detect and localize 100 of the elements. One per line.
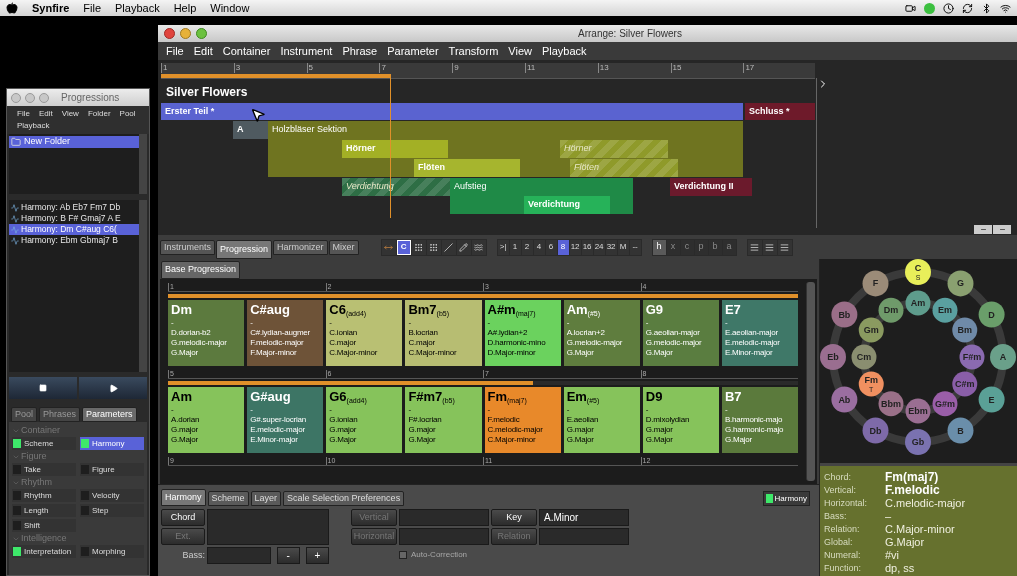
tab[interactable]: Scale Selection Preferences: [283, 491, 405, 506]
tab[interactable]: Harmonizer: [273, 240, 328, 255]
button[interactable]: Key: [491, 509, 537, 526]
tab[interactable]: Phrases: [39, 407, 81, 422]
progression-item[interactable]: Harmony: Ab Eb7 Fm7 Db: [9, 202, 139, 213]
stop-button[interactable]: [9, 377, 77, 399]
timeline-block[interactable]: Verdichtung II: [670, 177, 752, 196]
fifths-node[interactable]: Eb: [820, 344, 846, 370]
apple-icon[interactable]: [6, 2, 18, 14]
chord-card[interactable]: B7 - B.harmonic-majo G.harmonic-majo G.Major: [721, 387, 798, 453]
bass-field[interactable]: [207, 547, 271, 564]
menu-item[interactable]: Edit: [38, 108, 53, 120]
horizontal-field[interactable]: [399, 528, 489, 545]
timeline-block[interactable]: Schluss *: [745, 102, 815, 120]
chord-card[interactable]: G9 - G.aeolian-major G.melodic-major G.Major: [642, 300, 719, 366]
menu-item[interactable]: Playback: [541, 42, 587, 60]
tool-button[interactable]: [471, 239, 486, 255]
fifths-node[interactable]: E: [978, 386, 1005, 413]
parameter-toggle[interactable]: Interpretation: [12, 545, 76, 558]
button[interactable]: Chord: [161, 509, 205, 526]
menu-item[interactable]: Help: [173, 0, 197, 17]
chord-card[interactable]: Am - A.dorian G.major G.Major: [168, 387, 245, 453]
vertical-field[interactable]: [399, 509, 489, 526]
parameter-toggle[interactable]: Step: [80, 504, 144, 517]
zoom-out-button[interactable]: [974, 224, 992, 234]
tool-button[interactable]: [411, 239, 426, 255]
folder-item[interactable]: New Folder: [9, 136, 139, 148]
grid-button[interactable]: 4: [533, 239, 545, 255]
menu-item[interactable]: Playback: [115, 0, 160, 17]
parameter-toggle[interactable]: Shift: [12, 519, 76, 532]
grid-button[interactable]: 12: [569, 239, 581, 255]
chord-card[interactable]: Dm - D.dorian-b2 G.melodic-major G.Major: [168, 300, 245, 366]
camera-icon[interactable]: [905, 2, 916, 14]
timeline-block[interactable]: Aufstieg: [450, 177, 633, 196]
chord-card[interactable]: Bm7$_{(b5)}$ - B.locrian C.major C.Major-minor: [405, 300, 482, 366]
fifths-node[interactable]: A: [990, 344, 1016, 370]
grid-button[interactable]: 16: [581, 239, 593, 255]
fifths-node[interactable]: Bb: [831, 301, 858, 328]
fifths-node[interactable]: F: [862, 270, 889, 297]
menu-item[interactable]: Container: [222, 42, 271, 60]
menu-item[interactable]: Pool: [119, 108, 136, 120]
menu-item[interactable]: Transform: [448, 42, 499, 60]
bluetooth-icon[interactable]: [981, 2, 992, 14]
fifths-node[interactable]: Dm: [878, 297, 904, 323]
filter-button[interactable]: h: [652, 239, 666, 255]
parameter-toggle[interactable]: Morphing: [80, 545, 144, 558]
fifths-node[interactable]: Cm: [851, 344, 877, 370]
menu-item[interactable]: Window: [210, 0, 250, 17]
menu-item[interactable]: File: [83, 0, 102, 17]
grid-button[interactable]: 8: [557, 239, 569, 255]
parameter-toggle[interactable]: Figure: [80, 463, 144, 476]
menu-item[interactable]: File: [166, 42, 184, 60]
fifths-node[interactable]: Db: [862, 417, 889, 444]
fifths-node[interactable]: B: [947, 417, 974, 444]
zoom-in-button[interactable]: [993, 224, 1011, 234]
grid-button[interactable]: >|: [497, 239, 509, 255]
fifths-node[interactable]: G#m: [932, 391, 958, 417]
relation-field[interactable]: [539, 528, 629, 545]
timeline-block[interactable]: Erster Teil *: [161, 102, 743, 120]
tab[interactable]: Base Progression: [161, 261, 241, 279]
tool-button[interactable]: [381, 239, 396, 255]
zoom-button[interactable]: [196, 27, 207, 39]
chord-card[interactable]: D9 - D.mixolydian G.major G.Major: [642, 387, 719, 453]
layout-button[interactable]: [762, 239, 777, 255]
fifths-node[interactable]: Ebm: [905, 398, 931, 424]
close-button[interactable]: [164, 27, 175, 39]
menu-item[interactable]: Edit: [193, 42, 213, 60]
parameter-toggle[interactable]: Scheme: [12, 437, 76, 450]
grid-button[interactable]: M: [617, 239, 629, 255]
harmony-indicator[interactable]: Harmony: [762, 491, 810, 506]
fifths-node[interactable]: Gm: [858, 317, 884, 343]
grid-button[interactable]: 24: [593, 239, 605, 255]
plus-button[interactable]: +: [305, 547, 329, 564]
parameter-toggle[interactable]: Harmony: [80, 437, 144, 450]
tool-button[interactable]: C: [396, 239, 411, 255]
layout-button[interactable]: [747, 239, 762, 255]
scrollbar[interactable]: [806, 282, 815, 481]
tool-button[interactable]: [441, 239, 456, 255]
tab[interactable]: Pool: [11, 407, 37, 422]
grid-button[interactable]: 1: [509, 239, 521, 255]
timeline-block[interactable]: A: [233, 120, 268, 139]
fifths-node[interactable]: F#m: [959, 344, 985, 370]
fifths-node[interactable]: G: [947, 270, 974, 297]
minus-button[interactable]: -: [276, 547, 300, 564]
tab[interactable]: Layer: [250, 491, 282, 506]
tab[interactable]: Harmony: [161, 489, 206, 506]
progression-item[interactable]: Harmony: Ebm Gbmaj7 B: [9, 235, 139, 246]
layout-button[interactable]: [777, 239, 792, 255]
progression-item[interactable]: Harmony: Dm C#aug C6(: [9, 224, 139, 235]
chord-card[interactable]: E7 - E.aeolian-major E.melodic-major E.Minor-major: [721, 300, 798, 366]
parameter-toggle[interactable]: Take: [12, 463, 76, 476]
menu-item[interactable]: Parameter: [387, 42, 439, 60]
chord-field[interactable]: [207, 509, 329, 545]
chord-card[interactable]: A#m$_{(maj7)}$ - A#.lydian+2 D.harmonic-mino D.Major-minor: [484, 300, 561, 366]
grid-button[interactable]: 2: [521, 239, 533, 255]
chord-card[interactable]: C6$_{(add4)}$ - C.ionian C.major C.Major-minor: [326, 300, 403, 366]
chord-card[interactable]: C#aug - C#.lydian-augmer F.melodic-major F.Major-minor: [247, 300, 324, 366]
chord-card[interactable]: Fm$_{(maj7)}$ - F.melodic C.melodic-major C.Major-minor: [484, 387, 561, 453]
fifths-node[interactable]: Gb: [905, 429, 931, 455]
tool-button[interactable]: [456, 239, 471, 255]
